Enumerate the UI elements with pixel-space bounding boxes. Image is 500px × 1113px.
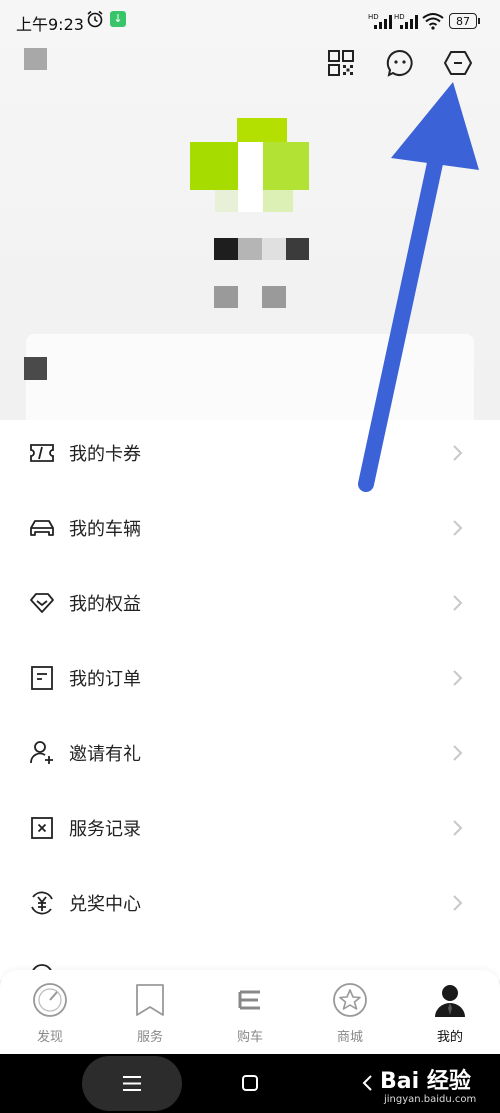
tab-discover[interactable]: 发现 [0,970,100,1054]
menu-nav-button[interactable] [82,1056,182,1111]
annotation-arrow [358,82,479,492]
tab-label: 我的 [436,1030,463,1045]
tab-label: 发现 [36,1030,63,1045]
tab-label: 服务 [136,1030,163,1045]
tab-label: 商城 [336,1030,363,1045]
star-icon [333,983,367,1017]
tab-service[interactable]: 服务 [100,970,200,1054]
tab-buy-car[interactable]: 购车 [200,970,300,1054]
home-square-icon[interactable] [241,1074,259,1092]
person-icon [435,985,465,1017]
baidu-watermark-url: jingyan.baidu.com [384,1094,477,1105]
bookmark-icon [136,984,164,1016]
baidu-watermark: Bai 经验 [380,1069,471,1094]
back-chevron-icon[interactable] [361,1074,373,1092]
menu-lines-icon [123,1076,141,1091]
e-logo-icon [238,990,260,1010]
speedometer-icon [33,983,67,1017]
bottom-tab-bar: 发现 服务 购车 商城 我的 [0,970,500,1054]
tab-label: 购车 [236,1030,263,1045]
tab-me[interactable]: 我的 [400,970,500,1054]
tab-mall[interactable]: 商城 [300,970,400,1054]
